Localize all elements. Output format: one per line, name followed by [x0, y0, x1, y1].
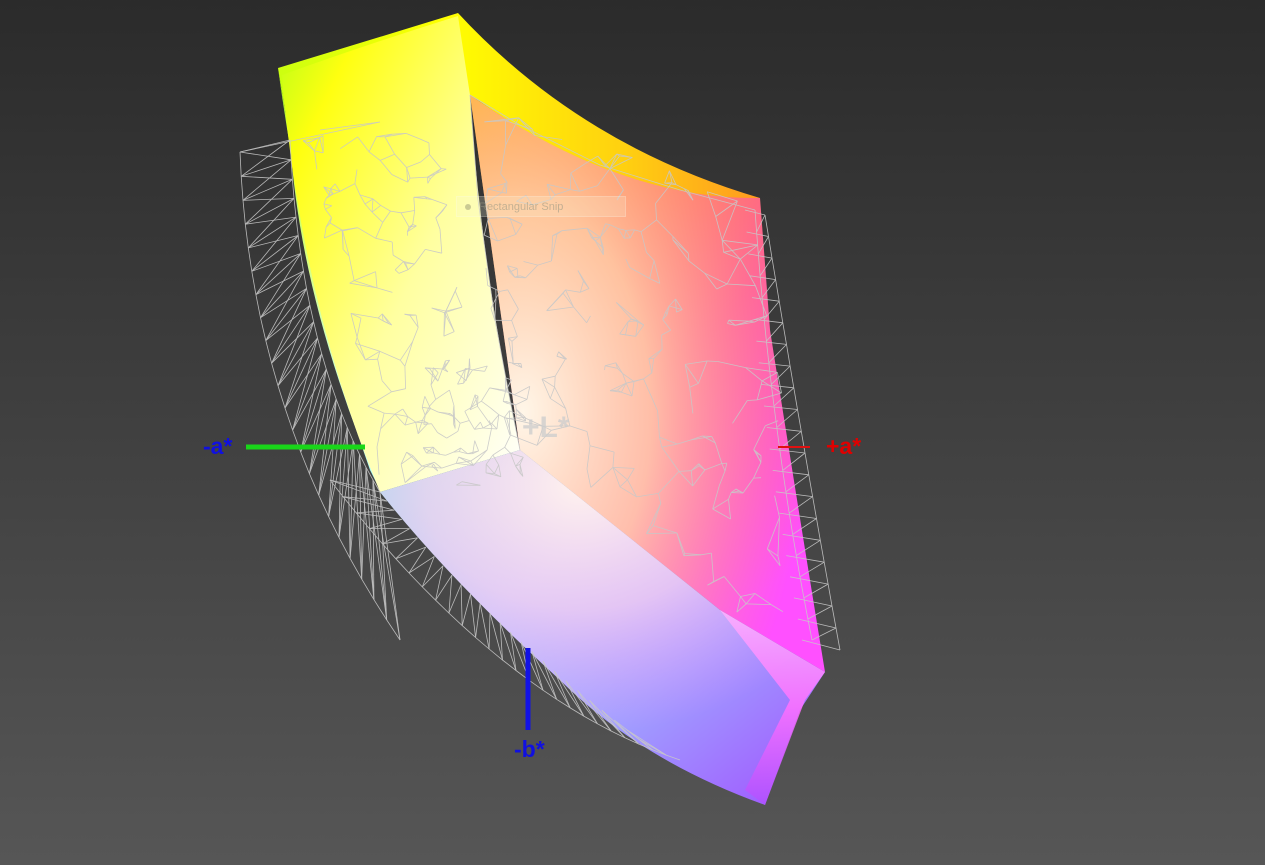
gamut-solid — [278, 13, 825, 805]
minus-b-axis-label: -b* — [514, 736, 545, 762]
minus-a-axis-label: -a* — [203, 433, 233, 459]
snip-tooltip: Rectangular Snip — [456, 196, 626, 217]
plus-l-axis-label: +L* — [522, 411, 570, 444]
gamut-3d-scene — [239, 13, 841, 805]
snip-tooltip-text: Rectangular Snip — [479, 200, 564, 213]
gamut-3d-viewport[interactable]: -a* +a* -b* +L* Rectangular Snip — [0, 0, 1265, 865]
snip-icon — [465, 203, 471, 210]
plus-a-axis-label: +a* — [826, 433, 862, 459]
